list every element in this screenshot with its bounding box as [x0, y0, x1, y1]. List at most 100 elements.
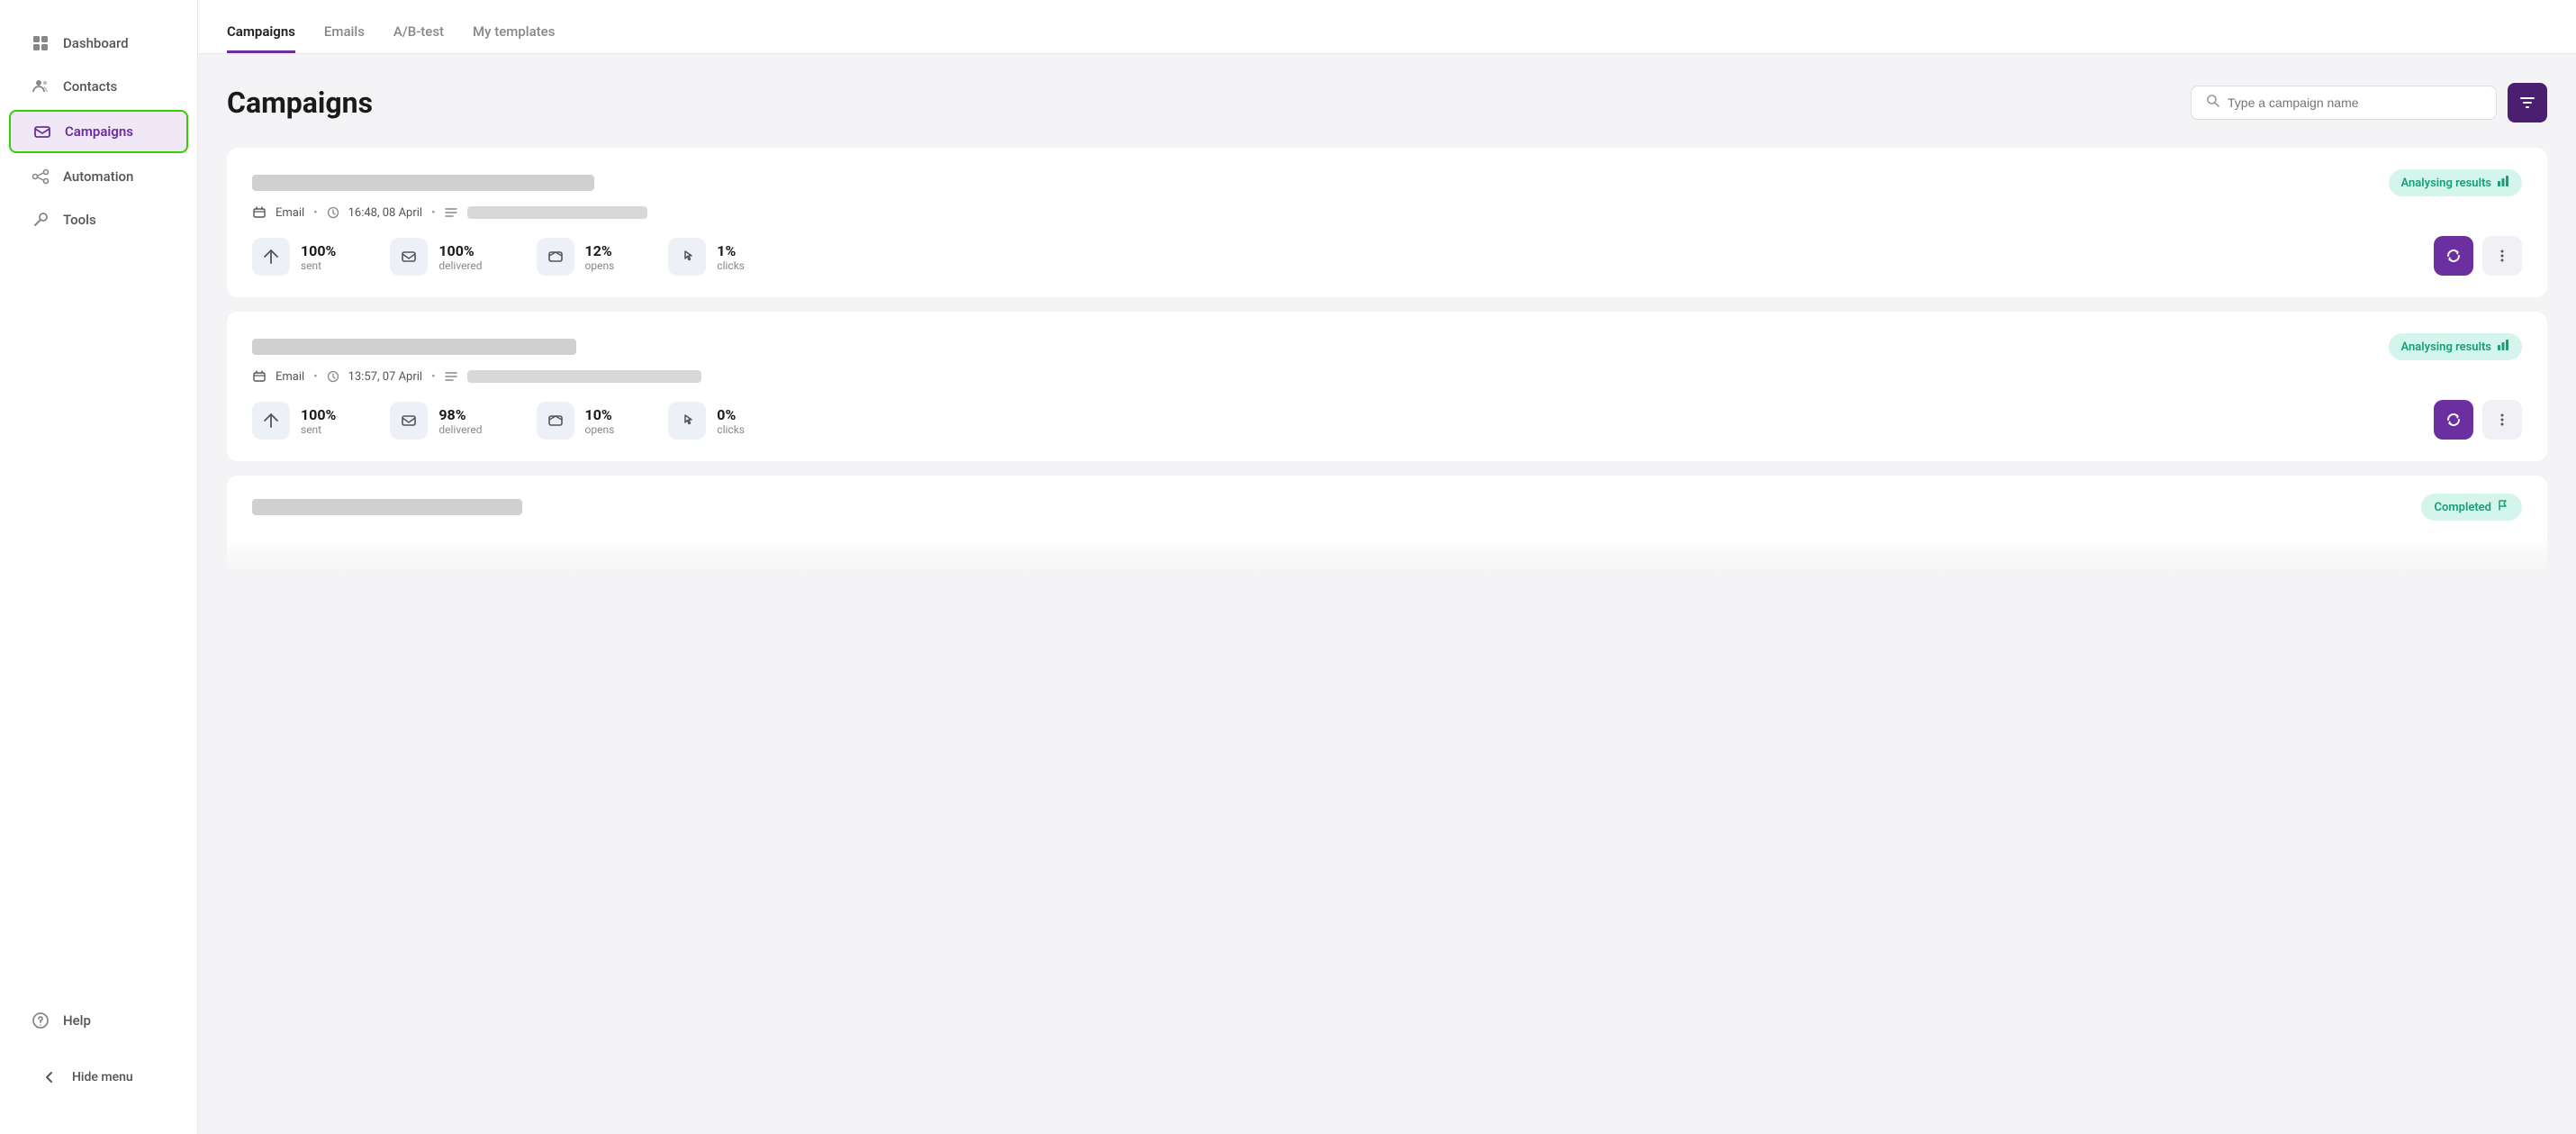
sidebar-bottom: Hide menu	[0, 1042, 197, 1112]
clicks-icon-1	[668, 238, 706, 276]
sidebar-item-contacts-label: Contacts	[63, 78, 117, 95]
stat-delivered-1: 100% delivered	[390, 238, 482, 276]
delivered-value-1: 100%	[438, 242, 482, 259]
dashboard-icon	[31, 34, 50, 52]
status-badge-3: Completed	[2421, 494, 2522, 521]
tab-emails[interactable]: Emails	[324, 9, 365, 53]
opens-label-2: opens	[585, 423, 615, 436]
refresh-button-2[interactable]	[2434, 400, 2473, 440]
tab-campaigns[interactable]: Campaigns	[227, 9, 295, 53]
chart-icon-1	[2497, 175, 2509, 191]
campaign-meta-1: Email • 16:48, 08 April •	[252, 205, 2522, 220]
campaigns-icon	[32, 122, 52, 141]
sent-value-1: 100%	[301, 242, 336, 259]
status-badge-2: Analysing results	[2389, 333, 2522, 360]
clicks-label-2: clicks	[717, 423, 745, 436]
delivered-label-1: delivered	[438, 259, 482, 272]
stat-delivered-2: 98% delivered	[390, 402, 482, 440]
campaign-type-2: Email	[276, 370, 304, 384]
sidebar-item-tools-label: Tools	[63, 212, 96, 228]
delivered-icon-1	[390, 238, 428, 276]
campaign-title-blurred-2	[252, 339, 576, 355]
help-icon	[31, 1012, 50, 1030]
campaign-card-1: Analysing results Email	[227, 148, 2547, 297]
more-button-2[interactable]	[2482, 400, 2522, 440]
sidebar-item-contacts[interactable]: Contacts	[9, 67, 188, 106]
content-header: Campaigns	[227, 83, 2547, 122]
status-text-2: Analysing results	[2401, 340, 2491, 354]
delivered-label-2: delivered	[438, 423, 482, 436]
search-box[interactable]	[2191, 86, 2497, 120]
opens-label-1: opens	[585, 259, 615, 272]
sent-icon-2	[252, 402, 290, 440]
stat-sent-1: 100% sent	[252, 238, 336, 276]
status-text-1: Analysing results	[2401, 177, 2491, 190]
clicks-label-1: clicks	[717, 259, 745, 272]
sent-icon-1	[252, 238, 290, 276]
sidebar-item-help[interactable]: Help	[9, 1001, 188, 1040]
contacts-icon	[31, 77, 50, 95]
chart-icon-2	[2497, 339, 2509, 355]
clicks-value-1: 1%	[717, 242, 745, 259]
stats-row-2: 100% sent 98% delivered	[252, 402, 2522, 440]
flag-icon	[2497, 499, 2509, 515]
sidebar-item-automation[interactable]: Automation	[9, 157, 188, 196]
sidebar-item-dashboard[interactable]: Dashboard	[9, 23, 188, 63]
tab-bar: Campaigns Emails A/B-test My templates	[198, 0, 2576, 54]
clicks-icon-2	[668, 402, 706, 440]
sidebar: Dashboard Contacts Campaigns	[0, 0, 198, 1134]
tab-my-templates[interactable]: My templates	[473, 9, 555, 53]
hide-icon	[40, 1069, 59, 1085]
stat-opens-2: 10% opens	[537, 402, 615, 440]
campaign-type-1: Email	[276, 206, 304, 220]
campaign-card-2: Analysing results Email	[227, 312, 2547, 461]
meta-blurred-1	[467, 206, 647, 219]
campaign-meta-2: Email • 13:57, 07 April •	[252, 369, 2522, 384]
sent-label-1: sent	[301, 259, 336, 272]
page-title: Campaigns	[227, 86, 373, 120]
stat-sent-2: 100% sent	[252, 402, 336, 440]
campaign-date-2: 13:57, 07 April	[348, 370, 423, 384]
campaign-top-1: Analysing results	[252, 169, 2522, 196]
meta-blurred-2	[467, 370, 701, 383]
automation-icon	[31, 168, 50, 186]
opens-icon-1	[537, 238, 574, 276]
card-actions-1	[2434, 236, 2522, 276]
delivered-icon-2	[390, 402, 428, 440]
tab-abtest[interactable]: A/B-test	[393, 9, 444, 53]
refresh-button-1[interactable]	[2434, 236, 2473, 276]
campaign-top-2: Analysing results	[252, 333, 2522, 360]
hide-menu-label: Hide menu	[72, 1070, 133, 1084]
sent-value-2: 100%	[301, 406, 336, 423]
sidebar-item-help-label: Help	[63, 1012, 91, 1029]
content-area: Campaigns	[198, 54, 2576, 1134]
card-actions-2	[2434, 400, 2522, 440]
clicks-value-2: 0%	[717, 406, 745, 423]
main-content: Campaigns Emails A/B-test My templates C…	[198, 0, 2576, 1134]
sent-label-2: sent	[301, 423, 336, 436]
search-icon	[2206, 94, 2220, 112]
campaign-title-blurred-1	[252, 175, 594, 191]
sidebar-item-dashboard-label: Dashboard	[63, 35, 129, 51]
tools-icon	[31, 211, 50, 229]
header-right	[2191, 83, 2547, 122]
opens-value-2: 10%	[585, 406, 615, 423]
campaign-title-blurred-3	[252, 499, 522, 515]
sidebar-item-automation-label: Automation	[63, 168, 133, 185]
campaign-top-3: Completed	[252, 494, 2522, 521]
sidebar-item-campaigns[interactable]: Campaigns	[9, 110, 188, 153]
search-input[interactable]	[2228, 95, 2481, 110]
stat-clicks-2: 0% clicks	[668, 402, 745, 440]
campaign-card-3: Completed	[227, 476, 2547, 573]
delivered-value-2: 98%	[438, 406, 482, 423]
more-button-1[interactable]	[2482, 236, 2522, 276]
hide-menu-button[interactable]: Hide menu	[18, 1058, 179, 1096]
opens-value-1: 12%	[585, 242, 615, 259]
fade-overlay	[227, 537, 2547, 573]
sidebar-item-tools[interactable]: Tools	[9, 200, 188, 240]
sidebar-item-campaigns-label: Campaigns	[65, 123, 133, 140]
stat-clicks-1: 1% clicks	[668, 238, 745, 276]
filter-button[interactable]	[2508, 83, 2547, 122]
status-badge-1: Analysing results	[2389, 169, 2522, 196]
stat-opens-1: 12% opens	[537, 238, 615, 276]
